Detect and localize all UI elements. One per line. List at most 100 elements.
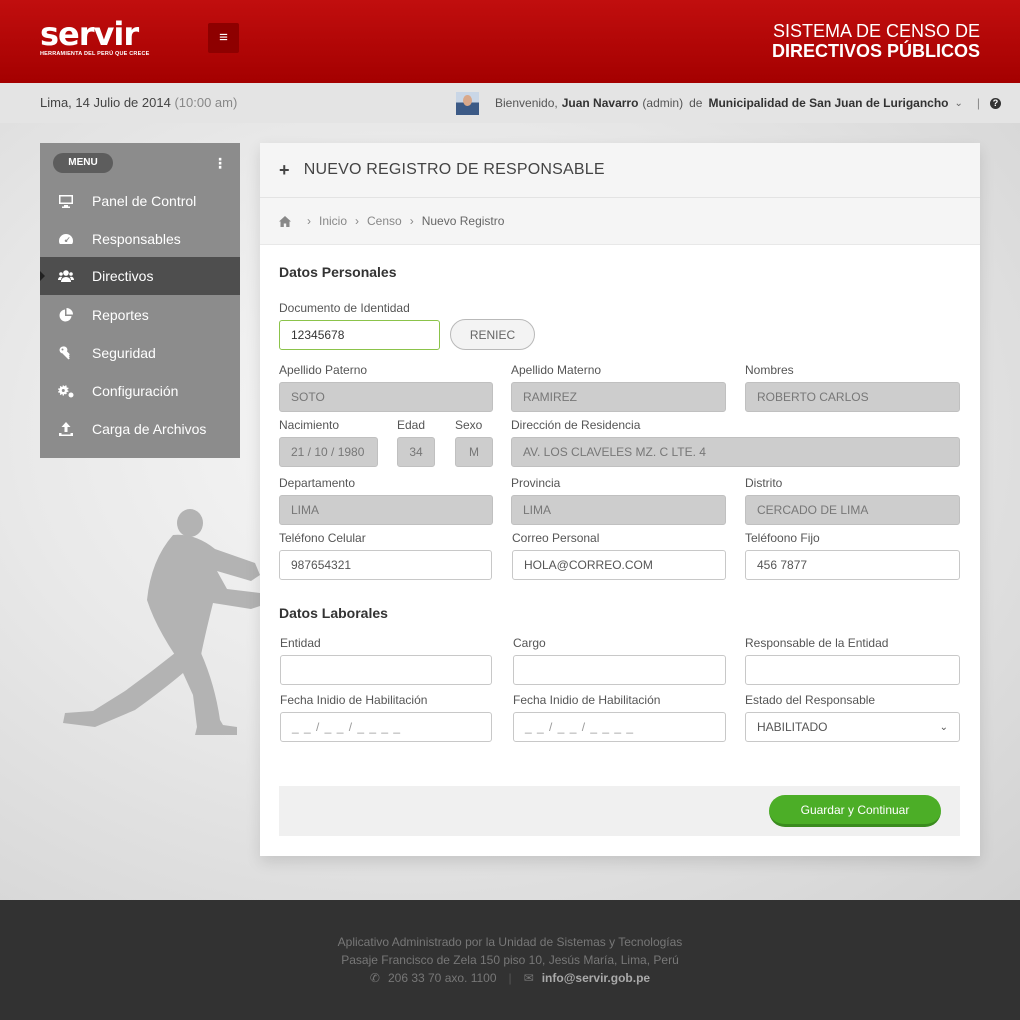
sidebar-item-label: Seguridad (92, 345, 156, 361)
user-name: Juan Navarro (561, 96, 639, 110)
apellido-paterno-input[interactable]: SOTO (279, 382, 493, 412)
dashboard-gauge-icon (40, 231, 92, 247)
sidebar-item-seguridad[interactable]: Seguridad (40, 334, 240, 372)
de-text: de (689, 96, 703, 110)
sidebar-item-directivos[interactable]: Directivos (40, 257, 240, 295)
save-and-continue-button[interactable]: Guardar y Continuar (769, 795, 941, 827)
system-title-line2: DIRECTIVOS PÚBLICOS (771, 41, 980, 61)
key-icon (40, 345, 92, 361)
estado-responsable-label: Estado del Responsable (745, 693, 876, 707)
sexo-field: Sexo M (455, 418, 493, 467)
fecha-habilitacion-2-field: Fecha Inidio de Habilitación _ _ / _ _ /… (513, 693, 726, 742)
provincia-label: Provincia (511, 476, 561, 490)
provincia-input[interactable]: LIMA (511, 495, 726, 525)
footer-contact: ✆ 206 33 70 axo. 1100 | ✉ info@servir.go… (0, 969, 1020, 987)
time-text: (10:00 am) (174, 95, 238, 110)
hamburger-menu-button[interactable]: ≡ (208, 23, 239, 53)
footer-line2: Pasaje Francisco de Zela 150 piso 10, Je… (341, 953, 679, 967)
breadcrumb-nuevo-registro: Nuevo Registro (421, 214, 505, 228)
nacimiento-label: Nacimiento (279, 418, 340, 432)
form-actions-bar: Guardar y Continuar (279, 786, 960, 836)
cargo-label: Cargo (513, 636, 546, 650)
phone-icon: ✆ (369, 971, 380, 985)
edad-field: Edad 34 (397, 418, 435, 467)
provincia-field: Provincia LIMA (511, 476, 726, 525)
documento-input[interactable]: 12345678 (279, 320, 440, 350)
apellido-materno-input[interactable]: RAMIREZ (511, 382, 726, 412)
breadcrumb-censo[interactable]: Censo (367, 214, 402, 228)
divider: | (976, 96, 981, 110)
section-title-datos-personales: Datos Personales (279, 264, 397, 280)
sexo-input[interactable]: M (455, 437, 493, 467)
system-title: SISTEMA DE CENSO DE DIRECTIVOS PÚBLICOS (772, 21, 980, 61)
footer-email-link[interactable]: info@servir.gob.pe (542, 969, 650, 987)
nacimiento-field: Nacimiento 21 / 10 / 1980 (279, 418, 378, 467)
current-date: Lima, 14 Julio de 2014 (10:00 am) (40, 95, 237, 110)
logo-text: servir (40, 15, 139, 53)
sidebar-item-carga-de-archivos[interactable]: Carga de Archivos (40, 410, 240, 448)
sidebar-item-responsables[interactable]: Responsables (40, 220, 240, 258)
sidebar-item-label: Responsables (92, 231, 181, 247)
sidebar-item-label: Carga de Archivos (92, 421, 207, 437)
chevron-down-icon: ⌄ (939, 721, 948, 733)
entidad-field: Entidad (280, 636, 492, 685)
responsable-entidad-input[interactable] (745, 655, 960, 685)
municipality-selector[interactable]: Municipalidad de San Juan de Lurigancho (708, 96, 948, 110)
info-bar: Lima, 14 Julio de 2014 (10:00 am) Bienve… (0, 83, 1020, 123)
more-options-icon[interactable]: ⋮ (213, 153, 227, 173)
system-title-line1: SISTEMA DE CENSO DE (772, 21, 980, 41)
telefono-fijo-label: Teléfoono Fijo (745, 531, 820, 545)
sidebar-item-reportes[interactable]: Reportes (40, 296, 240, 334)
chevron-down-icon[interactable]: ⌄ (955, 98, 963, 109)
direccion-input[interactable]: AV. LOS CLAVELES MZ. C LTE. 4 (511, 437, 960, 467)
chevron-right-icon: › (409, 214, 414, 228)
reniec-button[interactable]: RENIEC (450, 319, 535, 350)
avatar[interactable] (456, 91, 479, 115)
servir-logo[interactable]: servir HERRAMIENTA DEL PERÚ QUE CRECE (40, 18, 150, 57)
footer-line1: Aplicativo Administrado por la Unidad de… (337, 935, 683, 949)
nombres-input[interactable]: ROBERTO CARLOS (745, 382, 960, 412)
hamburger-icon: ≡ (219, 29, 228, 46)
upload-icon (40, 421, 92, 437)
user-box: Bienvenido, Juan Navarro (admin) de Muni… (456, 91, 1002, 115)
documento-label: Documento de Identidad (279, 301, 410, 315)
home-icon[interactable] (279, 215, 291, 227)
distrito-field: Distrito CERCADO DE LIMA (745, 476, 960, 525)
help-icon[interactable]: ? (990, 97, 1002, 109)
correo-input[interactable]: HOLA@CORREO.COM (512, 550, 726, 580)
entidad-label: Entidad (280, 636, 321, 650)
plus-icon: + (279, 159, 290, 180)
fecha-habilitacion-label: Fecha Inidio de Habilitación (280, 693, 428, 707)
cargo-input[interactable] (513, 655, 726, 685)
documento-field: Documento de Identidad 12345678 (279, 301, 440, 350)
responsable-entidad-label: Responsable de la Entidad (745, 636, 889, 650)
distrito-input[interactable]: CERCADO DE LIMA (745, 495, 960, 525)
chevron-right-icon: › (355, 214, 360, 228)
celular-label: Teléfono Celular (279, 531, 366, 545)
sidebar-item-configuracion[interactable]: Configuración (40, 372, 240, 410)
date-text: Lima, 14 Julio de 2014 (40, 95, 171, 110)
breadcrumb: › Inicio › Censo › Nuevo Registro (260, 198, 980, 245)
breadcrumb-inicio[interactable]: Inicio (319, 214, 347, 228)
nacimiento-input[interactable]: 21 / 10 / 1980 (279, 437, 378, 467)
edad-input[interactable]: 34 (397, 437, 435, 467)
nombres-label: Nombres (745, 363, 794, 377)
celular-field: Teléfono Celular 987654321 (279, 531, 492, 580)
estado-responsable-select[interactable]: HABILITADO ⌄ (745, 712, 960, 742)
telefono-fijo-input[interactable]: 456 7877 (745, 550, 960, 580)
welcome-text: Bienvenido, (495, 96, 558, 110)
fecha-habilitacion-2-input[interactable]: _ _ / _ _ / _ _ _ _ (513, 712, 726, 742)
direccion-label: Dirección de Residencia (511, 418, 641, 432)
correo-field: Correo Personal HOLA@CORREO.COM (512, 531, 726, 580)
sidebar-item-panel-de-control[interactable]: Panel de Control (40, 182, 240, 220)
entidad-input[interactable] (280, 655, 492, 685)
sidebar-item-label: Reportes (92, 307, 149, 323)
user-role: (admin) (642, 96, 684, 110)
direccion-field: Dirección de Residencia AV. LOS CLAVELES… (511, 418, 960, 467)
gears-icon (40, 383, 92, 399)
monitor-icon (40, 193, 92, 209)
sidebar-menu: MENU ⋮ Panel de Control Responsables Dir… (40, 143, 240, 458)
departamento-input[interactable]: LIMA (279, 495, 493, 525)
celular-input[interactable]: 987654321 (279, 550, 492, 580)
fecha-habilitacion-input[interactable]: _ _ / _ _ / _ _ _ _ (280, 712, 492, 742)
